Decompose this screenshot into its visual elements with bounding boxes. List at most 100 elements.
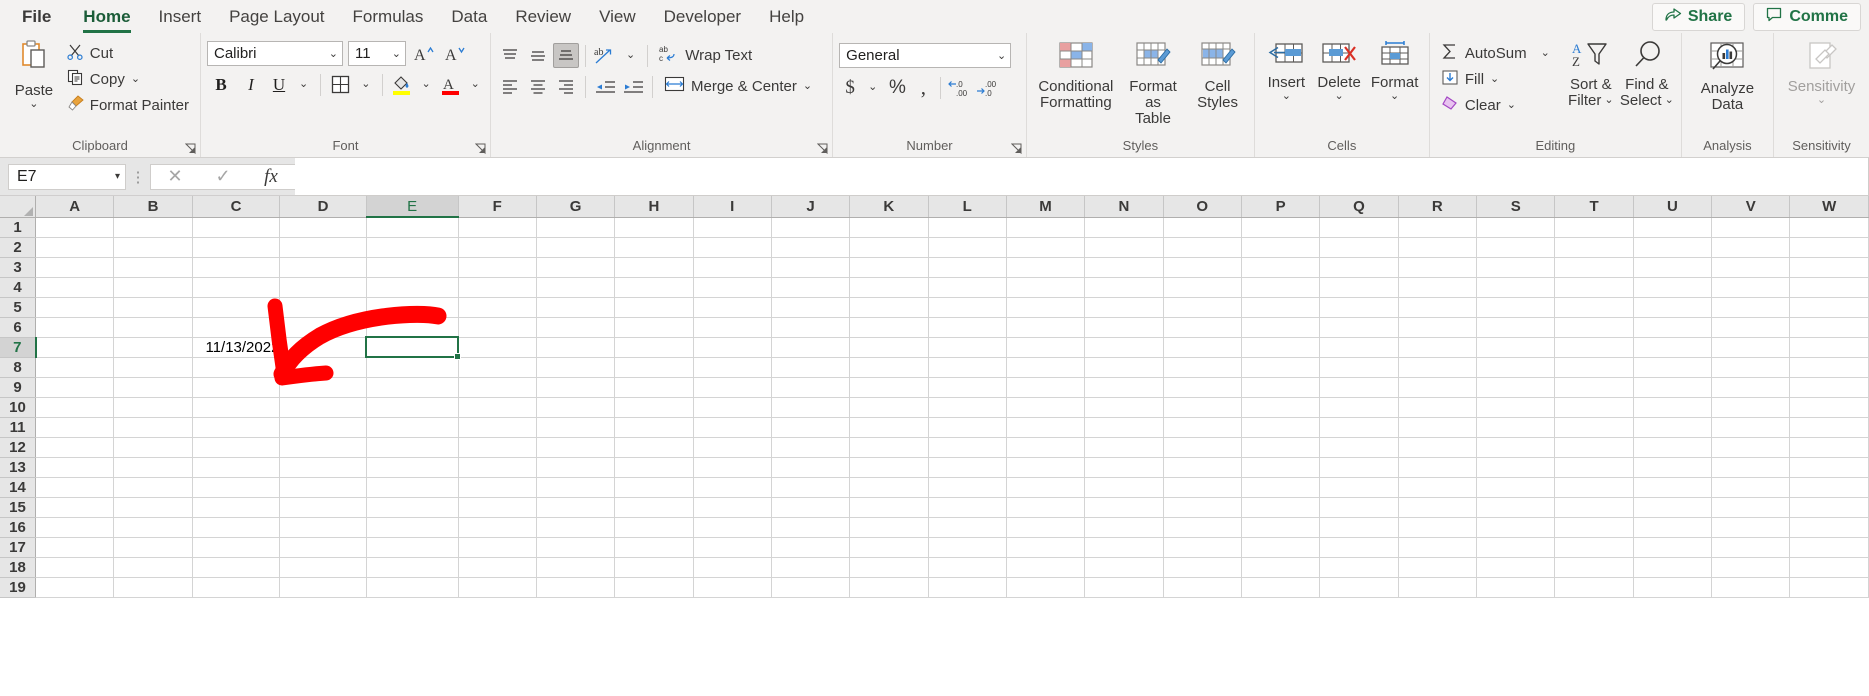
cell-L19[interactable]	[928, 577, 1007, 598]
cell-A14[interactable]	[35, 477, 115, 498]
cell-V13[interactable]	[1711, 457, 1791, 478]
cell-R16[interactable]	[1398, 517, 1478, 538]
cell-L9[interactable]	[928, 377, 1007, 398]
cell-H14[interactable]	[614, 477, 694, 498]
cell-H7[interactable]	[614, 337, 694, 358]
cell-J6[interactable]	[771, 317, 851, 338]
find-select-chevron-down-icon[interactable]: ⌄	[1665, 95, 1674, 106]
cell-L3[interactable]	[928, 257, 1007, 278]
cell-H5[interactable]	[614, 297, 694, 318]
cell-W11[interactable]	[1789, 417, 1869, 438]
font-size-chevron-down-icon[interactable]: ⌄	[388, 47, 401, 60]
cell-B11[interactable]	[113, 417, 193, 438]
cell-P7[interactable]	[1241, 337, 1321, 358]
cell-I10[interactable]	[693, 397, 772, 418]
select-all-button[interactable]	[0, 196, 37, 218]
column-header-Q[interactable]: Q	[1319, 196, 1399, 218]
column-header-L[interactable]: L	[928, 196, 1007, 218]
cell-K6[interactable]	[849, 317, 929, 338]
cell-M18[interactable]	[1006, 557, 1086, 578]
row-header-6[interactable]: 6	[0, 317, 37, 338]
cell-G8[interactable]	[536, 357, 616, 378]
cell-H13[interactable]	[614, 457, 694, 478]
row-header-11[interactable]: 11	[0, 417, 37, 438]
cell-C8[interactable]	[192, 357, 281, 378]
cell-U13[interactable]	[1633, 457, 1713, 478]
format-chevron-down-icon[interactable]: ⌄	[1390, 90, 1399, 102]
cell-F4[interactable]	[458, 277, 537, 298]
cell-T4[interactable]	[1554, 277, 1634, 298]
cell-K10[interactable]	[849, 397, 929, 418]
name-box-chevron-down-icon[interactable]: ▾	[115, 171, 120, 182]
cell-E19[interactable]	[366, 577, 459, 598]
cell-R15[interactable]	[1398, 497, 1478, 518]
cell-B7[interactable]	[113, 337, 193, 358]
cell-H4[interactable]	[614, 277, 694, 298]
row-header-18[interactable]: 18	[0, 557, 37, 578]
cell-Q6[interactable]	[1319, 317, 1399, 338]
cell-K8[interactable]	[849, 357, 929, 378]
cell-B18[interactable]	[113, 557, 193, 578]
cell-S10[interactable]	[1476, 397, 1556, 418]
column-header-A[interactable]: A	[35, 196, 115, 218]
cell-H15[interactable]	[614, 497, 694, 518]
cell-G3[interactable]	[536, 257, 616, 278]
cell-C13[interactable]	[192, 457, 281, 478]
cell-N13[interactable]	[1084, 457, 1164, 478]
cell-R7[interactable]	[1398, 337, 1478, 358]
cell-Q13[interactable]	[1319, 457, 1399, 478]
font-name-combobox[interactable]: Calibri ⌄	[207, 41, 343, 66]
cell-U7[interactable]	[1633, 337, 1713, 358]
cell-E14[interactable]	[366, 477, 459, 498]
cell-R11[interactable]	[1398, 417, 1478, 438]
cell-T12[interactable]	[1554, 437, 1634, 458]
cell-D2[interactable]	[279, 237, 367, 258]
cell-A11[interactable]	[35, 417, 115, 438]
cell-O17[interactable]	[1163, 537, 1242, 558]
column-header-K[interactable]: K	[849, 196, 929, 218]
cell-L2[interactable]	[928, 237, 1007, 258]
cell-K15[interactable]	[849, 497, 929, 518]
cell-B8[interactable]	[113, 357, 193, 378]
cell-styles-button[interactable]: Cell Styles	[1187, 37, 1248, 111]
cell-H1[interactable]	[614, 217, 694, 238]
cell-O1[interactable]	[1163, 217, 1242, 238]
column-header-G[interactable]: G	[536, 196, 616, 218]
cell-B5[interactable]	[113, 297, 193, 318]
cell-T1[interactable]	[1554, 217, 1634, 238]
cell-S13[interactable]	[1476, 457, 1556, 478]
align-right-button[interactable]	[553, 74, 579, 99]
fill-chevron-down-icon[interactable]: ⌄	[1490, 74, 1499, 85]
cell-G4[interactable]	[536, 277, 616, 298]
conditional-formatting-button[interactable]: Conditional Formatting	[1033, 37, 1119, 111]
cell-T15[interactable]	[1554, 497, 1634, 518]
cell-D10[interactable]	[279, 397, 367, 418]
cell-A8[interactable]	[35, 357, 115, 378]
cell-K17[interactable]	[849, 537, 929, 558]
cell-R4[interactable]	[1398, 277, 1478, 298]
cell-S16[interactable]	[1476, 517, 1556, 538]
accounting-format-button[interactable]: $	[839, 75, 861, 100]
cell-U10[interactable]	[1633, 397, 1713, 418]
insert-chevron-down-icon[interactable]: ⌄	[1282, 90, 1291, 102]
column-header-O[interactable]: O	[1163, 196, 1242, 218]
insert-function-button[interactable]: fx	[247, 166, 295, 188]
cell-D3[interactable]	[279, 257, 367, 278]
cell-P18[interactable]	[1241, 557, 1321, 578]
cell-M14[interactable]	[1006, 477, 1086, 498]
cell-E15[interactable]	[366, 497, 459, 518]
cell-H8[interactable]	[614, 357, 694, 378]
menu-item-help[interactable]: Help	[755, 0, 818, 33]
cell-J8[interactable]	[771, 357, 851, 378]
cell-A15[interactable]	[35, 497, 115, 518]
cell-F1[interactable]	[458, 217, 537, 238]
cell-I13[interactable]	[693, 457, 772, 478]
cell-F15[interactable]	[458, 497, 537, 518]
row-header-12[interactable]: 12	[0, 437, 37, 458]
cell-Q18[interactable]	[1319, 557, 1399, 578]
cell-J19[interactable]	[771, 577, 851, 598]
cell-M13[interactable]	[1006, 457, 1086, 478]
cell-V5[interactable]	[1711, 297, 1791, 318]
cell-E10[interactable]	[366, 397, 459, 418]
cell-U15[interactable]	[1633, 497, 1713, 518]
